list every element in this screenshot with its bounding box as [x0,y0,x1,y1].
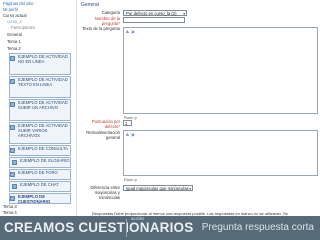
editor-toolbar: A ⇲ [124,28,317,35]
categoria-label: Categoría [101,10,120,15]
editor-path: Ruta: p [124,177,137,182]
assignment-icon [10,125,15,130]
puntuacion-label: Puntuación por defecto* [91,119,120,129]
assignment-icon [10,79,15,84]
sidebar-item-general[interactable]: General [7,32,22,38]
activity-label[interactable]: EJEMPLO DE FORO [18,170,70,175]
chat-icon [12,184,17,189]
categoria-value: Por defecto en curso_la (2) [126,10,177,16]
editor-toolbar: A ⇲ [124,131,317,138]
texto-editor[interactable]: A ⇲ [123,27,318,114]
activity-label[interactable]: EJEMPLO DE CHAT [20,182,72,187]
chevron-down-icon: ▾ [183,11,185,16]
sidebar-item-tema-1[interactable]: Tema 1 [7,39,21,45]
retro-editor[interactable]: A ⇲ [123,130,318,176]
activity-label[interactable]: EJEMPLO DE GLOSARIO [20,158,72,163]
forum-icon [10,172,15,177]
activity-label[interactable]: EJEMPLO DE ACTIVIDAD SUBIR UN ARCHIVO [18,100,70,110]
activity-label[interactable]: EJEMPLO DE ACTIVIDAD TEXTO EN LINEA [18,77,70,87]
sidebar-item-tema-2[interactable]: Tema 2 [7,46,21,52]
activity-label[interactable]: EJEMPLO DE ACTIVIDAD NO EN LINEA [18,54,70,64]
texto-label: Texto de la pregunta [82,26,120,31]
banner-subtitle: Pregunta respuesta corta [201,222,314,233]
diferencia-select[interactable]: Igual mayúsculas que minúsculas ▾ [123,185,193,191]
banner-small-label: acción [131,216,145,221]
chevron-down-icon: ▾ [189,187,191,191]
diferencia-label: Diferencia entre mayúsculas y minúsculas [90,185,120,200]
activity-label[interactable]: EJEMPLO DE ACTIVIDAD SUBIR VARIOS ARCHIV… [18,123,70,138]
nombre-input[interactable] [123,17,185,23]
glossary-icon [12,160,17,165]
banner-divider [126,219,127,237]
section-title: General [81,2,99,8]
expand-icon[interactable]: ⇲ [130,29,135,34]
categoria-select[interactable]: Por defecto en curso_la (2) ▾ [123,9,187,16]
choice-icon [10,148,15,153]
diferencia-value: Igual mayúsculas que minúsculas [126,186,189,191]
assignment-icon [10,56,15,61]
retro-label: Retroalimentación general [86,130,120,140]
puntuacion-input[interactable]: 1 [123,119,132,126]
navigation-sidebar: Páginas del sitio Mi perfil Curso actual… [0,0,77,216]
activity-label[interactable]: EJEMPLO DE CONSULTA [18,146,70,151]
expand-icon[interactable]: ⇲ [130,132,135,137]
question-form: General Categoría Por defecto en curso_l… [78,0,320,216]
nombre-label: Nombre de la pregunta* [94,16,120,26]
sidebar-item-participantes[interactable]: Participantes [11,25,35,31]
activity-label[interactable]: EJEMPLO DE CUESTIONARIO [18,194,70,204]
quiz-icon [10,196,15,201]
banner-title: CREAMOS CUESTIONARIOS [4,220,194,235]
assignment-icon [10,102,15,107]
title-banner: CREAMOS CUESTIONARIOS Pregunta respuesta… [0,216,320,240]
